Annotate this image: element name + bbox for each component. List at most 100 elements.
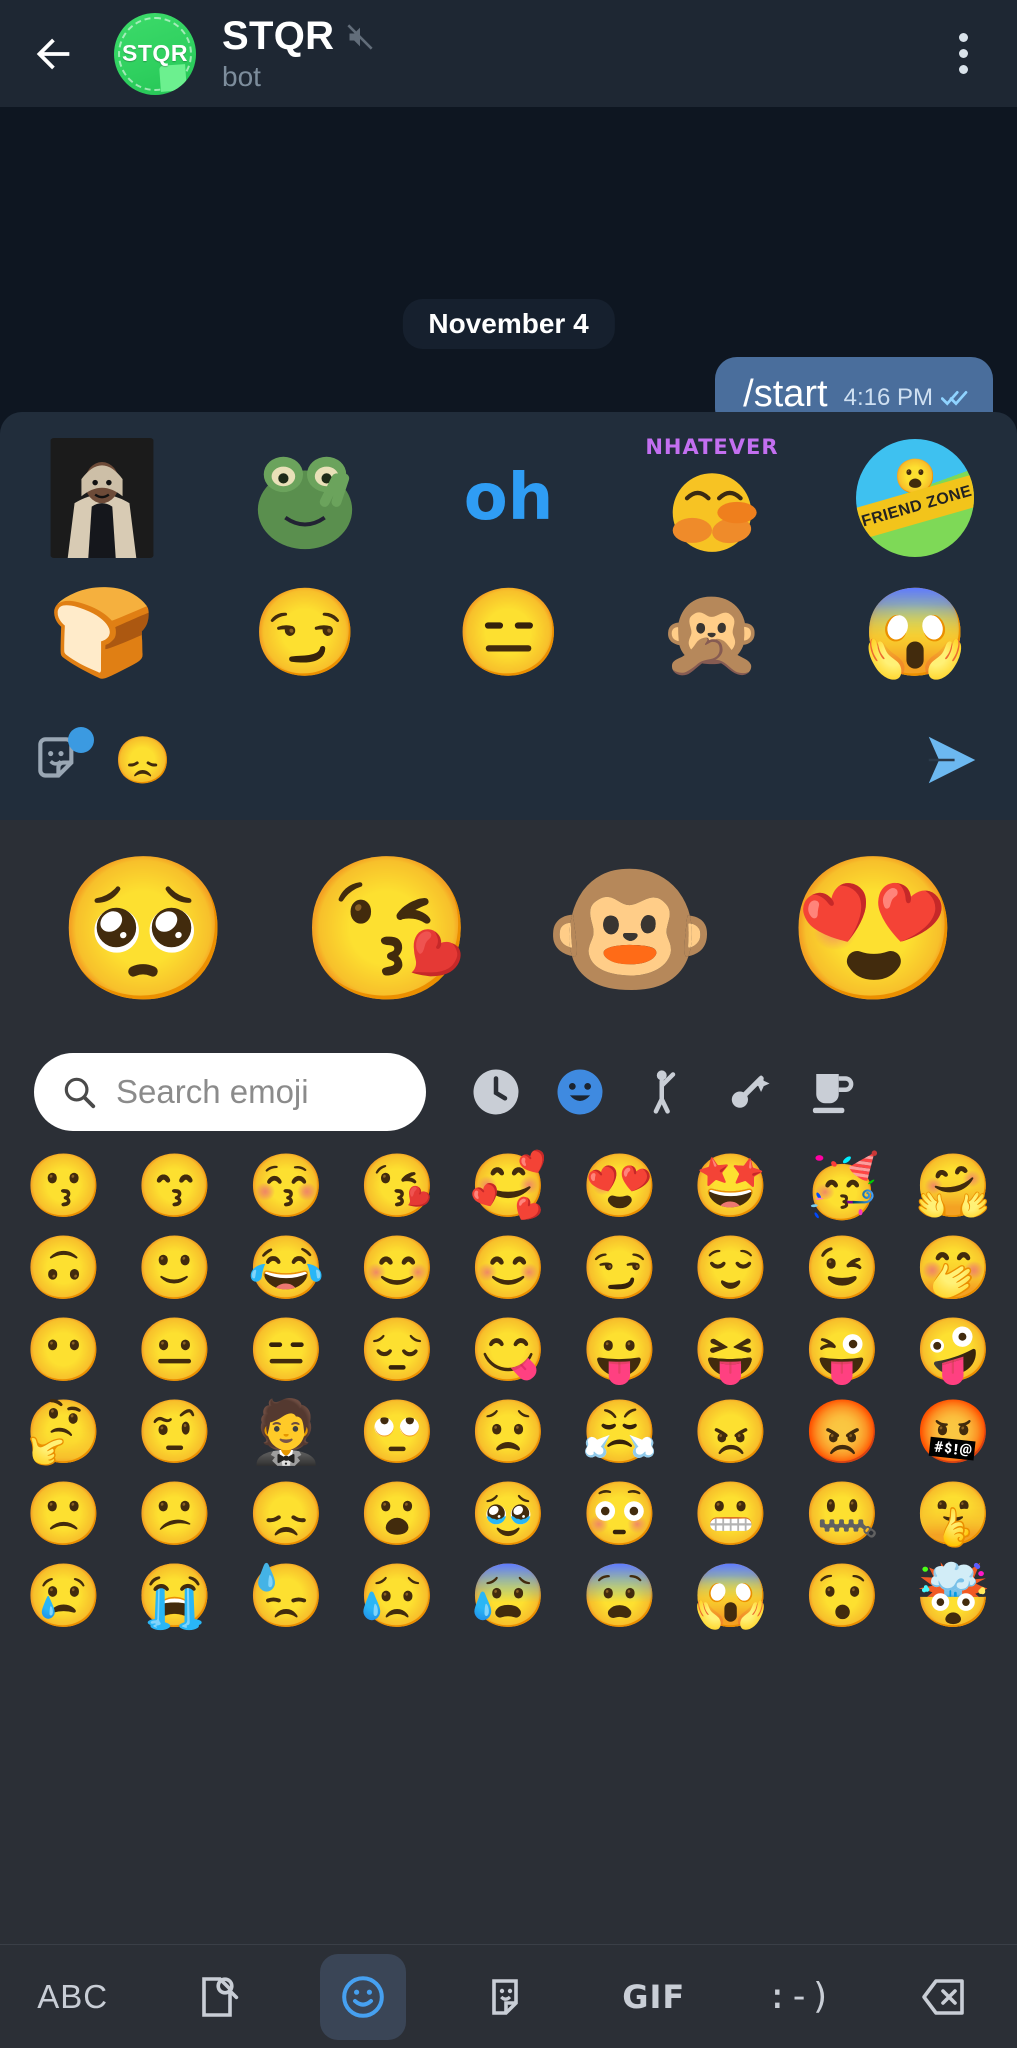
title-row: STQR xyxy=(222,14,931,59)
emoji-cell[interactable]: 😥 xyxy=(342,1566,453,1628)
sticker-red-dog-shock[interactable]: 😱 xyxy=(814,565,1017,700)
chat-subtitle: bot xyxy=(222,61,261,92)
emoji-cell[interactable]: 😋 xyxy=(453,1320,564,1382)
emoji-cell[interactable]: 🤩 xyxy=(675,1156,786,1218)
emoji-cell[interactable]: 🤬 xyxy=(898,1402,1009,1464)
category-animals-nature[interactable] xyxy=(706,1050,790,1134)
sticker-frog-peace[interactable] xyxy=(203,430,406,565)
emoji-cell[interactable]: 🙃 xyxy=(8,1238,119,1300)
emoji-cell[interactable]: 😘 xyxy=(342,1156,453,1218)
sticker-friend-zone[interactable]: 😮 FRIEND ZONE xyxy=(814,430,1017,565)
toolbar-sticker-button[interactable] xyxy=(436,1973,581,2021)
emoji-cell[interactable]: 🥳 xyxy=(787,1156,898,1218)
emoji-cell[interactable]: 😟 xyxy=(453,1402,564,1464)
toolbar-emoji-button[interactable] xyxy=(291,1953,436,2040)
emoji-cell[interactable]: 🤪 xyxy=(898,1320,1009,1382)
double-check-icon xyxy=(941,391,968,406)
emoji-cell[interactable]: 🤐 xyxy=(787,1484,898,1546)
sticker-man-photo[interactable] xyxy=(0,430,203,565)
emoji-cell[interactable]: 😗 xyxy=(8,1156,119,1218)
toolbar-gif-button[interactable]: GIF xyxy=(581,1978,726,2016)
sticker-monkey-speak-no-evil[interactable]: 🙊 xyxy=(610,565,813,700)
toolbar-search-button[interactable] xyxy=(145,1973,290,2021)
emoji-cell[interactable]: 🥹 xyxy=(453,1484,564,1546)
emoji-cell[interactable]: 😍 xyxy=(564,1156,675,1218)
suggestion-kissing-heart[interactable]: 😘 xyxy=(265,859,508,999)
more-options-button[interactable] xyxy=(931,22,995,86)
toolbar-kaomoji-button[interactable]: :-) xyxy=(726,1976,871,2017)
sticker-blue-monster[interactable]: 😑 xyxy=(407,565,610,700)
emoji-cell[interactable]: 😚 xyxy=(230,1156,341,1218)
emoji-glyph: 😟 xyxy=(469,1398,548,1467)
emoji-cell[interactable]: 😨 xyxy=(564,1566,675,1628)
emoji-cell[interactable]: 😬 xyxy=(675,1484,786,1546)
emoji-cell[interactable]: 😊 xyxy=(453,1238,564,1300)
category-smileys[interactable] xyxy=(538,1050,622,1134)
sticker-oh-text[interactable]: oh xyxy=(407,430,610,565)
avatar[interactable]: STQR xyxy=(114,12,196,95)
header-title-block[interactable]: STQR bot xyxy=(222,14,931,93)
emoji-cell[interactable]: 😝 xyxy=(675,1320,786,1382)
emoji-cell[interactable]: 🤭 xyxy=(898,1238,1009,1300)
emoji-glyph: 😥 xyxy=(358,1562,436,1631)
emoji-cell[interactable]: 🤫 xyxy=(898,1484,1009,1546)
suggestion-monkey-face[interactable]: 🐵 xyxy=(509,859,752,999)
emoji-cell[interactable]: 🙄 xyxy=(342,1402,453,1464)
sticker-duck-whatever[interactable]: NHATEVER xyxy=(610,430,813,565)
toolbar-abc-button[interactable]: ABC xyxy=(0,1978,145,2016)
emoji-cell[interactable]: 😕 xyxy=(119,1484,230,1546)
emoji-search-row: Search emoji xyxy=(0,1038,1017,1146)
emoji-cell[interactable]: 😉 xyxy=(787,1238,898,1300)
category-recent[interactable] xyxy=(454,1050,538,1134)
search-input[interactable]: Search emoji xyxy=(34,1053,426,1131)
emoji-cell[interactable]: 😜 xyxy=(787,1320,898,1382)
food-drink-icon xyxy=(812,1074,854,1114)
emoji-cell[interactable]: 😢 xyxy=(8,1566,119,1628)
emoji-cell[interactable]: 🥰 xyxy=(453,1156,564,1218)
emoji-cell[interactable]: 😱 xyxy=(675,1566,786,1628)
emoji-cell[interactable]: 😂 xyxy=(230,1238,341,1300)
emoji-cell[interactable]: 🤔 xyxy=(8,1402,119,1464)
emoji-cell[interactable]: 😔 xyxy=(342,1320,453,1382)
send-button[interactable] xyxy=(917,725,987,795)
back-button[interactable] xyxy=(22,22,86,86)
sticker-frog-peace-icon xyxy=(257,456,353,549)
suggestion-heart-eyes[interactable]: 😍 xyxy=(752,859,995,999)
toolbar-backspace-button[interactable] xyxy=(872,1973,1017,2021)
emoji-cell[interactable]: 🤨 xyxy=(119,1402,230,1464)
outgoing-message-bubble[interactable]: /start 4:16 PM xyxy=(715,357,993,412)
emoji-cell[interactable]: 😓 xyxy=(230,1566,341,1628)
emoji-cell[interactable]: 😶 xyxy=(8,1320,119,1382)
emoji-cell[interactable]: 😡 xyxy=(787,1402,898,1464)
emoji-cell[interactable]: 😙 xyxy=(119,1156,230,1218)
emoji-cell[interactable]: 🙂 xyxy=(119,1238,230,1300)
emoji-cell[interactable]: 🤯 xyxy=(898,1566,1009,1628)
emoji-cell[interactable]: 😮 xyxy=(342,1484,453,1546)
emoji-cell[interactable]: 🤗 xyxy=(898,1156,1009,1218)
emoji-cell[interactable]: 😊 xyxy=(342,1238,453,1300)
emoji-cell[interactable]: 🙁 xyxy=(8,1484,119,1546)
category-food-drink[interactable] xyxy=(790,1050,874,1134)
sticker-yellow-smug[interactable]: 😏 xyxy=(203,565,406,700)
emoji-cell[interactable]: 😛 xyxy=(564,1320,675,1382)
emoji-cell[interactable]: 😌 xyxy=(675,1238,786,1300)
emoji-cell[interactable]: 😞 xyxy=(230,1484,341,1546)
suggestion-pleading-face[interactable]: 🥺 xyxy=(22,859,265,999)
emoji-cell[interactable]: 😯 xyxy=(787,1566,898,1628)
toolbar-gif-label: GIF xyxy=(622,1977,686,2016)
message-input-text[interactable]: 😞 xyxy=(114,733,171,788)
emoji-cell[interactable]: 😤 xyxy=(564,1402,675,1464)
backspace-icon xyxy=(922,1978,965,2015)
emoji-cell[interactable]: 🤵 xyxy=(230,1402,341,1464)
emoji-cell[interactable]: 😭 xyxy=(119,1566,230,1628)
category-people[interactable] xyxy=(622,1050,706,1134)
sticker-picker-button[interactable] xyxy=(30,727,94,791)
emoji-cell[interactable]: 😰 xyxy=(453,1566,564,1628)
emoji-cell[interactable]: 😐 xyxy=(119,1320,230,1382)
emoji-cell[interactable]: 😳 xyxy=(564,1484,675,1546)
emoji-glyph: 😑 xyxy=(247,1316,325,1385)
sticker-pink-toast[interactable]: 🍞 xyxy=(0,565,203,700)
emoji-cell[interactable]: 😠 xyxy=(675,1402,786,1464)
emoji-cell[interactable]: 😏 xyxy=(564,1238,675,1300)
emoji-cell[interactable]: 😑 xyxy=(230,1320,341,1382)
